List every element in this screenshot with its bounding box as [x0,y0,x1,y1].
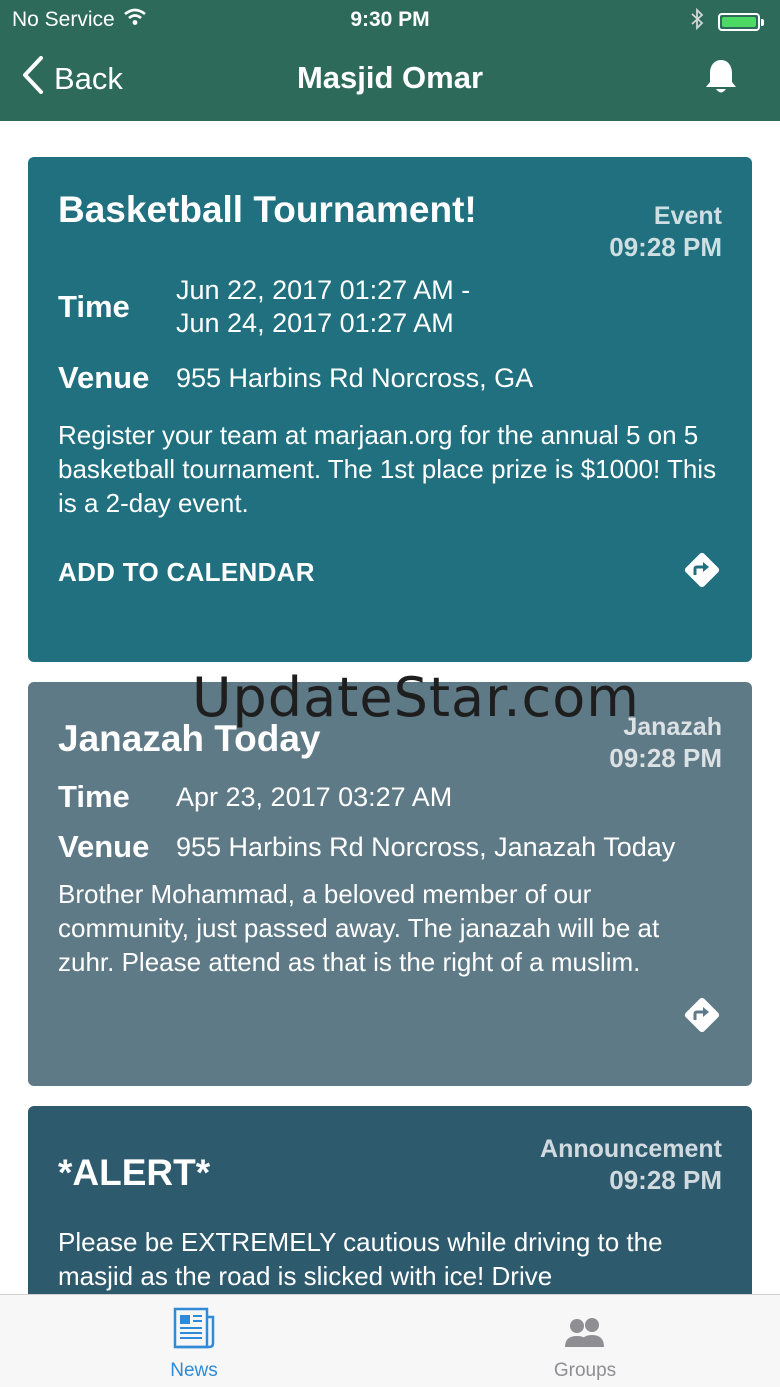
card-description: Please be EXTREMELY cautious while drivi… [58,1227,663,1291]
time-end: Jun 24, 2017 01:27 AM [176,308,454,338]
venue-value: 955 Harbins Rd Norcross, Janazah Today [176,831,676,862]
page-title: Masjid Omar [296,60,484,95]
janazah-card[interactable]: Janazah Today Janazah 09:28 PM Time Apr … [28,682,752,1086]
directions-icon[interactable] [682,995,722,1040]
card-time: 09:28 PM [609,743,722,773]
card-title: *ALERT* [58,1152,211,1193]
app-header: No Service 9:30 PM Back Masjid Omar [0,0,780,121]
time-label: Time [58,779,130,814]
card-type: Announcement [540,1135,722,1163]
card-meta: Event 09:28 PM [609,201,722,263]
card-footer: ADD TO CALENDAR [58,550,722,595]
tab-bar: News Groups [0,1294,780,1387]
card-type: Event [653,202,722,230]
watermark: UpdateStar.com [192,666,640,729]
group-icon [505,1307,665,1356]
tab-label: Groups [553,1360,617,1381]
status-right [690,7,764,36]
time-row: Time Apr 23, 2017 03:27 AM [58,779,722,815]
time-start: Jun 22, 2017 01:27 AM - [176,275,471,305]
status-time: 9:30 PM [350,8,430,31]
bluetooth-icon [690,7,704,36]
tab-news[interactable]: News [114,1307,274,1382]
time-row: Time Jun 22, 2017 01:27 AM - Jun 24, 201… [58,274,722,340]
bell-icon[interactable] [704,58,738,101]
venue-row: Venue 955 Harbins Rd Norcross, GA [58,360,722,396]
venue-label: Venue [58,360,150,395]
time-label: Time [58,289,130,324]
card-meta: Announcement 09:28 PM [540,1134,722,1196]
card-description: Register your team at marjaan.org for th… [58,420,717,518]
venue-row: Venue 955 Harbins Rd Norcross, Janazah T… [58,829,722,865]
card-footer [58,995,722,1040]
card-description: Brother Mohammad, a beloved member of ou… [58,879,660,977]
time-value: Jun 22, 2017 01:27 AM - Jun 24, 2017 01:… [176,274,470,340]
venue-label: Venue [58,829,150,864]
newspaper-icon [114,1307,274,1356]
time-value: Apr 23, 2017 03:27 AM [176,781,453,812]
card-time: 09:28 PM [609,232,722,262]
venue-value: 955 Harbins Rd Norcross, GA [176,362,534,393]
directions-icon[interactable] [682,550,722,595]
battery-icon [718,13,764,31]
status-bar: No Service 9:30 PM [0,0,780,40]
add-to-calendar-button[interactable]: ADD TO CALENDAR [58,557,315,588]
tab-groups[interactable]: Groups [505,1307,665,1382]
event-card[interactable]: Basketball Tournament! Event 09:28 PM Ti… [28,157,752,662]
card-time: 09:28 PM [609,1165,722,1195]
news-feed[interactable]: Basketball Tournament! Event 09:28 PM Ti… [28,157,752,1356]
card-title: Basketball Tournament! [58,189,477,230]
tab-label: News [170,1360,218,1381]
